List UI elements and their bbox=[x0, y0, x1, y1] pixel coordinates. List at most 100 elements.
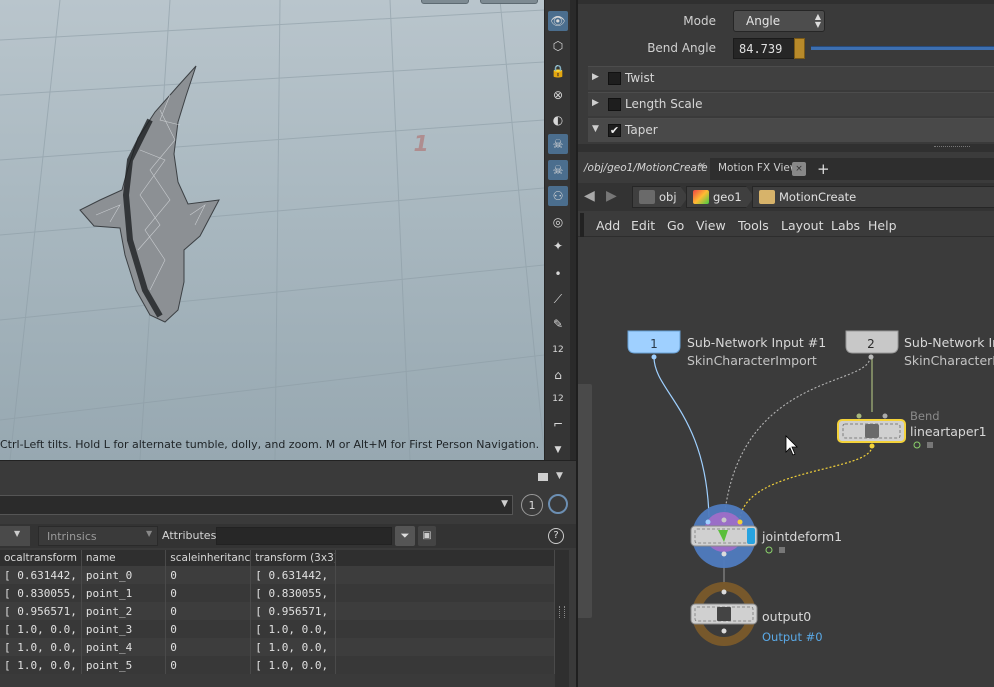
input1-sublabel: SkinCharacterImport bbox=[687, 353, 817, 368]
brush-icon[interactable]: ⟋ bbox=[548, 289, 568, 309]
pen-icon[interactable]: ✎ bbox=[548, 314, 568, 334]
length-scale-checkbox[interactable] bbox=[608, 98, 621, 111]
bend-angle-input[interactable]: 84.739 bbox=[733, 38, 795, 59]
viewport-toolbar: 👁 ⬡ 🔒 ⊗ ◐ ☠ ☠ ⚇ ◎ ✦ • ⟋ ✎ 12 ⌂ 12 ⌐ ▼ bbox=[544, 0, 570, 460]
node-count-badge[interactable]: 1 bbox=[521, 494, 543, 516]
table-cell: [ 0.631442, bbox=[250, 566, 337, 584]
select-icon[interactable]: ⬡ bbox=[548, 36, 568, 56]
table-scrollbar[interactable] bbox=[555, 550, 569, 687]
table-cell: [ 0.956571, bbox=[0, 602, 82, 620]
character-mesh[interactable] bbox=[79, 65, 220, 323]
mode-label: Mode bbox=[683, 14, 716, 28]
render-icon[interactable]: ✦ bbox=[548, 236, 568, 256]
table-cell: [ 0.956571, bbox=[250, 602, 337, 620]
chevron-down-icon[interactable]: ▼ bbox=[556, 471, 563, 481]
pane-icon[interactable] bbox=[538, 473, 548, 481]
intrinsics-dropdown[interactable]: Intrinsics bbox=[38, 526, 158, 546]
attributes-filter-input[interactable] bbox=[216, 527, 392, 545]
grip-icon[interactable] bbox=[934, 146, 970, 149]
folder-length-scale[interactable]: ▶ Length Scale bbox=[588, 92, 994, 116]
viewport-hint-text: Ctrl-Left tilts. Hold L for alternate tu… bbox=[0, 438, 540, 451]
column-header[interactable]: transform (3x3) bbox=[250, 550, 337, 566]
point-icon[interactable]: • bbox=[548, 264, 568, 284]
input1-label: Sub-Network Input #1 bbox=[687, 335, 827, 350]
table-cell: [ 0.830055, bbox=[0, 584, 82, 602]
table-cell: point_3 bbox=[81, 620, 167, 638]
table-cell: point_1 bbox=[81, 584, 167, 602]
twist-checkbox[interactable] bbox=[608, 72, 621, 85]
viewport-top-button[interactable] bbox=[480, 0, 538, 4]
visibility-icon[interactable]: ◐ bbox=[548, 110, 568, 130]
pane-top-edge bbox=[578, 0, 994, 4]
table-row[interactable]: [ 0.631442, point_0 0[ 0.631442, bbox=[0, 566, 555, 584]
triangle-down-icon[interactable]: ▼ bbox=[592, 124, 599, 134]
chevron-down-icon[interactable]: ▼ bbox=[14, 529, 20, 538]
wire-input1-to-jointdeform[interactable] bbox=[653, 356, 710, 518]
table-row[interactable]: [ 1.0, 0.0, point_5 0[ 1.0, 0.0, bbox=[0, 656, 555, 674]
node-input1[interactable]: 1 bbox=[627, 330, 681, 360]
bend-angle-slider[interactable] bbox=[811, 46, 994, 50]
node-input2[interactable]: 2 bbox=[845, 330, 899, 360]
taper-checkbox[interactable]: ✔ bbox=[608, 124, 621, 137]
display-flag-icon[interactable] bbox=[747, 528, 755, 544]
table-cell bbox=[335, 620, 555, 638]
capture-icon[interactable]: ⚇ bbox=[548, 186, 568, 206]
node-path-field[interactable]: ▼ bbox=[0, 495, 513, 515]
table-row[interactable]: [ 0.830055, point_1 0[ 0.830055, bbox=[0, 584, 555, 602]
column-header[interactable]: scaleinheritanc bbox=[165, 550, 252, 566]
help-icon[interactable]: ? bbox=[548, 528, 564, 544]
triangle-right-icon[interactable]: ▶ bbox=[592, 98, 599, 108]
bend-type-label: Bend bbox=[910, 409, 940, 423]
mode-dropdown[interactable]: Angle ▲ ▼ bbox=[733, 10, 825, 32]
table-cell: 0 bbox=[165, 602, 252, 620]
node-bend[interactable] bbox=[837, 413, 906, 449]
link-icon[interactable] bbox=[548, 494, 568, 514]
filter-icon[interactable]: ⏷ bbox=[395, 526, 415, 546]
scene-viewport[interactable]: 1 Ctrl-Left tilts. Hold L for alternate … bbox=[0, 0, 544, 460]
node-output[interactable] bbox=[690, 582, 758, 646]
table-cell: [ 1.0, 0.0, bbox=[250, 638, 337, 656]
viewport-grid bbox=[0, 0, 544, 460]
viewport-top-button[interactable] bbox=[421, 0, 469, 4]
grip-icon[interactable] bbox=[559, 606, 565, 618]
eye-icon[interactable]: 👁 bbox=[548, 11, 568, 31]
bend-angle-ladder-handle[interactable] bbox=[794, 38, 805, 59]
folder-twist[interactable]: ▶ Twist bbox=[588, 66, 994, 90]
table-cell: [ 1.0, 0.0, bbox=[250, 620, 337, 638]
snap-icon[interactable]: ⊗ bbox=[548, 85, 568, 105]
bypass-flag-icon[interactable] bbox=[765, 546, 773, 554]
geometry-spreadsheet: ▼ ▼ 1 ▼ Intrinsics ▼ Attributes: ⏷ ▣ ? o… bbox=[0, 460, 576, 687]
lock-icon[interactable] bbox=[927, 442, 933, 448]
stack-icon[interactable]: 12 bbox=[548, 389, 568, 409]
curve-icon[interactable]: ⌐ bbox=[548, 414, 568, 434]
wire-bend-to-jointdeform[interactable] bbox=[739, 445, 873, 519]
column-header[interactable]: ocaltransform ( bbox=[0, 550, 82, 566]
table-cell: [ 1.0, 0.0, bbox=[0, 656, 82, 674]
folder-taper[interactable]: ▼ ✔ Taper bbox=[588, 118, 994, 142]
column-header[interactable]: name bbox=[81, 550, 167, 566]
folder-label: Taper bbox=[625, 123, 658, 137]
paint-icon[interactable]: ⌂ bbox=[548, 365, 568, 385]
table-row[interactable]: [ 1.0, 0.0, point_4 0[ 1.0, 0.0, bbox=[0, 638, 555, 656]
arrow-down-icon[interactable]: ▼ bbox=[548, 440, 568, 460]
bone-icon[interactable]: ☠ bbox=[548, 160, 568, 180]
table-cell: 0 bbox=[165, 584, 252, 602]
export-icon[interactable]: ▣ bbox=[418, 526, 436, 546]
bend-node-label: lineartaper1 bbox=[910, 424, 987, 439]
chevron-down-icon[interactable]: ▼ bbox=[501, 499, 508, 509]
bypass-flag-icon[interactable] bbox=[913, 441, 921, 449]
lock-icon[interactable] bbox=[779, 547, 785, 553]
triangle-right-icon[interactable]: ▶ bbox=[592, 72, 599, 82]
skeleton-icon[interactable]: ☠ bbox=[548, 134, 568, 154]
attribute-table: ocaltransform ( name scaleinheritanc tra… bbox=[0, 550, 555, 674]
twelve-icon[interactable]: 12 bbox=[548, 340, 568, 360]
table-cell: [ 0.830055, bbox=[250, 584, 337, 602]
node-jointdeform[interactable] bbox=[690, 504, 758, 568]
camera-icon[interactable]: ◎ bbox=[548, 212, 568, 232]
lock-icon[interactable]: 🔒 bbox=[548, 61, 568, 81]
table-row[interactable]: [ 0.956571, point_2 0[ 0.956571, bbox=[0, 602, 555, 620]
input1-index: 1 bbox=[650, 337, 658, 351]
pane-splitter[interactable] bbox=[578, 144, 994, 152]
output-sublabel: Output #0 bbox=[762, 630, 823, 644]
table-row[interactable]: [ 1.0, 0.0, point_3 0[ 1.0, 0.0, bbox=[0, 620, 555, 638]
